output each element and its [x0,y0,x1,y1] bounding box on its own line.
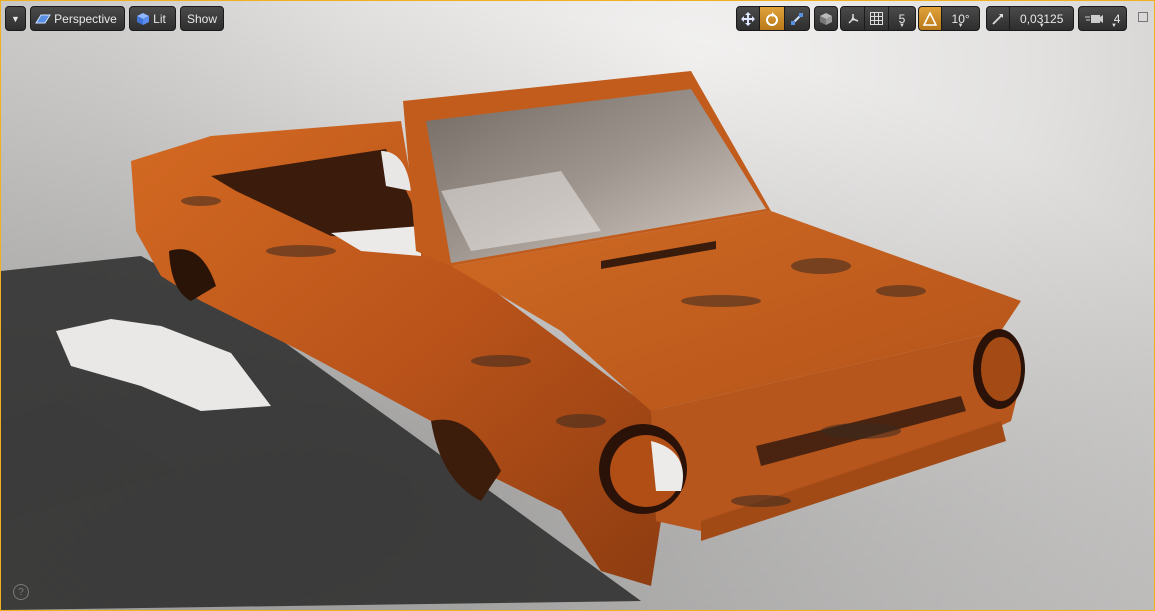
scene-render[interactable] [1,1,1154,610]
world-local-toggle[interactable] [841,7,865,30]
rotation-snap-group: 10° ▼ [918,6,980,31]
lit-label: Lit [153,11,166,26]
lit-cube-icon [137,12,150,25]
camera-speed-button[interactable]: 4 ▼ [1078,6,1127,31]
help-icon[interactable]: ? [13,584,29,600]
perspective-label: Perspective [54,11,117,26]
rotate-icon [766,11,779,26]
perspective-view-icon [35,14,52,23]
surface-snap-button[interactable] [814,6,838,31]
surface-snap-icon [820,12,832,25]
grid-snap-toggle[interactable] [865,7,889,30]
viewport-options-menu[interactable]: ▼ [5,6,26,31]
scale-tool[interactable] [785,7,809,30]
transform-tools [736,6,810,31]
rotation-snap-value[interactable]: 10° ▼ [942,7,979,30]
grid-snap-icon [870,12,883,25]
snap-group: 5 ▼ [840,6,916,31]
translate-tool[interactable] [737,7,761,30]
show-button[interactable]: Show [180,6,224,31]
perspective-button[interactable]: Perspective [30,6,125,31]
view-mode-button[interactable]: Lit [129,6,176,31]
rotation-snap-toggle[interactable] [919,7,943,30]
chevron-down-icon: ▼ [11,13,20,24]
show-label: Show [186,11,218,26]
world-local-icon [847,13,858,24]
scale-snap-group: 0,03125 ▼ [986,6,1074,31]
angle-snap-icon [923,11,938,26]
scale-snap-toggle[interactable] [987,7,1011,30]
scale-icon [790,12,803,25]
scale-snap-value[interactable]: 0,03125 ▼ [1010,7,1073,30]
camera-speed-icon [1084,14,1103,23]
translate-icon [741,11,756,26]
maximize-icon[interactable] [1138,12,1148,22]
level-viewport[interactable]: ▼ Perspective Lit Show 5 ▼ 10° ▼ 0,03125… [0,0,1155,611]
rotate-tool[interactable] [760,7,785,30]
scale-snap-icon [992,13,1004,25]
grid-snap-value[interactable]: 5 ▼ [889,7,915,30]
